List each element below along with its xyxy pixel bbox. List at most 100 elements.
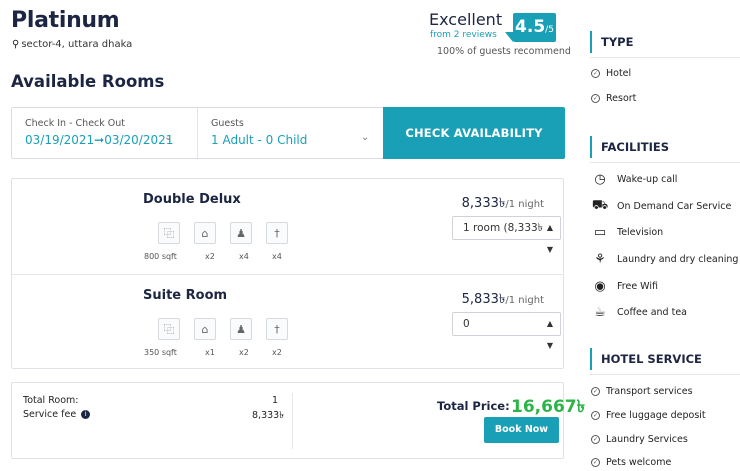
select-arrows-icon: ▲ ▼ (546, 223, 553, 254)
type-filter-label: Hotel (606, 68, 632, 79)
room-price-value: 8,333৳ (461, 196, 506, 211)
total-room-value: 1 (272, 395, 279, 406)
select-arrows-icon: ▲ ▼ (546, 319, 553, 350)
area-icon: ⿻ (158, 318, 180, 340)
amenity-caption: x4 (272, 252, 282, 261)
wifi-icon: ◉ (594, 278, 606, 294)
available-rooms-title: Available Rooms (11, 72, 165, 91)
coffee-icon: ☕ (594, 304, 606, 320)
type-filter-hotel[interactable]: ✓ Hotel (591, 68, 631, 79)
type-filter-label: Resort (606, 93, 637, 104)
room-name: Double Delux (143, 192, 241, 207)
type-filter-resort[interactable]: ✓ Resort (591, 93, 636, 104)
check-availability-button[interactable]: CHECK AVAILABILITY (383, 107, 565, 159)
availability-search-bar: Check In - Check Out 03/19/2021➞03/20/20… (11, 107, 565, 159)
service-filter-item[interactable]: ✓ Transport services (591, 386, 693, 397)
location-pin-icon: ⚲ (12, 39, 20, 50)
facility-label: Laundry and dry cleaning (617, 253, 739, 265)
chevron-down-icon: ⌄ (164, 132, 173, 143)
room-price: 5,833৳/1 night (462, 290, 544, 311)
check-circle-icon: ✓ (591, 387, 600, 396)
adults-icon: ♟ (230, 222, 252, 244)
summary-divider (292, 393, 293, 449)
facility-item: ⛟ On Demand Car Service (591, 197, 732, 214)
room-price-unit: /1 night (505, 295, 544, 306)
date-range-value: 03/19/2021➞03/20/2021 (25, 133, 174, 147)
room-row: Double Delux ⿻ ⌂ ♟ † 800 sqft x2 x4 x4 8… (12, 179, 563, 274)
service-filter-label: Laundry Services (606, 434, 688, 445)
hotel-location: ⚲ sector-4, uttara dhaka (12, 39, 132, 50)
tv-icon: ▭ (593, 224, 607, 240)
service-filter-item[interactable]: ✓ Free luggage deposit (591, 410, 706, 421)
service-filter-label: Transport services (606, 386, 693, 397)
service-filter-label: Pets welcome (606, 457, 672, 468)
service-fee-value: 8,333৳ (252, 410, 284, 421)
room-price-unit: /1 night (505, 199, 544, 210)
check-circle-icon: ✓ (591, 411, 600, 420)
guests-picker[interactable]: Guests 1 Adult - 0 Child ⌄ (198, 108, 383, 158)
type-section-title: TYPE (590, 31, 740, 53)
facility-label: Coffee and tea (617, 306, 687, 318)
check-circle-icon: ✓ (591, 435, 600, 444)
rating-reviews-link[interactable]: from 2 reviews (430, 30, 497, 40)
rating-recommend: 100% of guests recommend (437, 46, 571, 57)
amenity-caption: 800 sqft (144, 252, 177, 261)
service-filter-item[interactable]: ✓ Laundry Services (591, 434, 688, 445)
hotel-name: Platinum (11, 8, 120, 33)
hotel-service-section-title: HOTEL SERVICE (590, 348, 740, 370)
score-badge: 4.5/5 (505, 13, 556, 42)
facility-item: ☕ Coffee and tea (591, 304, 687, 320)
area-icon: ⿻ (158, 222, 180, 244)
room-quantity-select[interactable]: 0 ▲ ▼ (452, 312, 561, 350)
room-quantity-select[interactable]: 1 room (8,333৳ ▲ ▼ (452, 216, 561, 254)
service-filter-label: Free luggage deposit (606, 410, 706, 421)
book-now-button[interactable]: Book Now (484, 417, 559, 443)
facilities-section-title: FACILITIES (590, 136, 740, 158)
clock-icon: ◷ (594, 171, 606, 187)
guests-value: 1 Adult - 0 Child (211, 133, 308, 147)
rating-label: Excellent (429, 10, 503, 29)
total-price-label: Total Price: (437, 399, 510, 413)
score-value: 4.5 (515, 17, 546, 37)
hotel-location-text: sector-4, uttara dhaka (21, 39, 133, 50)
chevron-down-icon: ⌄ (361, 132, 370, 143)
facility-item: ◉ Free Wifi (591, 278, 658, 294)
divider (590, 57, 740, 58)
check-circle-icon: ✓ (591, 458, 600, 467)
total-room-label: Total Room: (23, 395, 79, 406)
adults-icon: ♟ (230, 318, 252, 340)
room-quantity-value: 0 (463, 318, 470, 330)
bed-icon: ⌂ (194, 318, 216, 340)
facility-item: ⚘ Laundry and dry cleaning (591, 251, 738, 267)
booking-summary: Total Room: 1 Service fee i 8,333৳ Total… (11, 382, 585, 459)
service-fee-label-row: Service fee i (23, 409, 91, 420)
check-circle-icon: ✓ (591, 94, 600, 103)
divider (590, 374, 740, 375)
check-circle-icon: ✓ (591, 69, 600, 78)
room-name: Suite Room (143, 288, 228, 303)
score-out-of: /5 (545, 25, 554, 35)
date-range-picker[interactable]: Check In - Check Out 03/19/2021➞03/20/20… (12, 108, 198, 158)
facility-label: Wake-up call (617, 173, 678, 185)
child-icon: † (266, 318, 288, 340)
room-row: Suite Room ⿻ ⌂ ♟ † 350 sqft x1 x2 x2 5,8… (12, 274, 563, 369)
facility-label: Free Wifi (617, 280, 658, 292)
room-quantity-value: 1 room (8,333৳ (463, 222, 543, 234)
bed-icon: ⌂ (194, 222, 216, 244)
facility-item: ▭ Television (591, 224, 663, 240)
amenity-caption: x2 (272, 348, 282, 357)
info-icon[interactable]: i (81, 410, 91, 419)
rooms-list: Double Delux ⿻ ⌂ ♟ † 800 sqft x2 x4 x4 8… (11, 178, 564, 369)
date-range-label: Check In - Check Out (25, 118, 126, 129)
guests-label: Guests (211, 118, 244, 129)
child-icon: † (266, 222, 288, 244)
room-price: 8,333৳/1 night (462, 194, 544, 215)
facility-label: On Demand Car Service (617, 200, 732, 212)
facility-item: ◷ Wake-up call (591, 171, 677, 187)
service-fee-label: Service fee (23, 409, 77, 420)
amenity-caption: 350 sqft (144, 348, 177, 357)
service-filter-item[interactable]: ✓ Pets welcome (591, 457, 671, 468)
car-icon: ⛟ (591, 197, 609, 213)
laundry-icon: ⚘ (594, 251, 606, 267)
facility-label: Television (617, 226, 664, 238)
